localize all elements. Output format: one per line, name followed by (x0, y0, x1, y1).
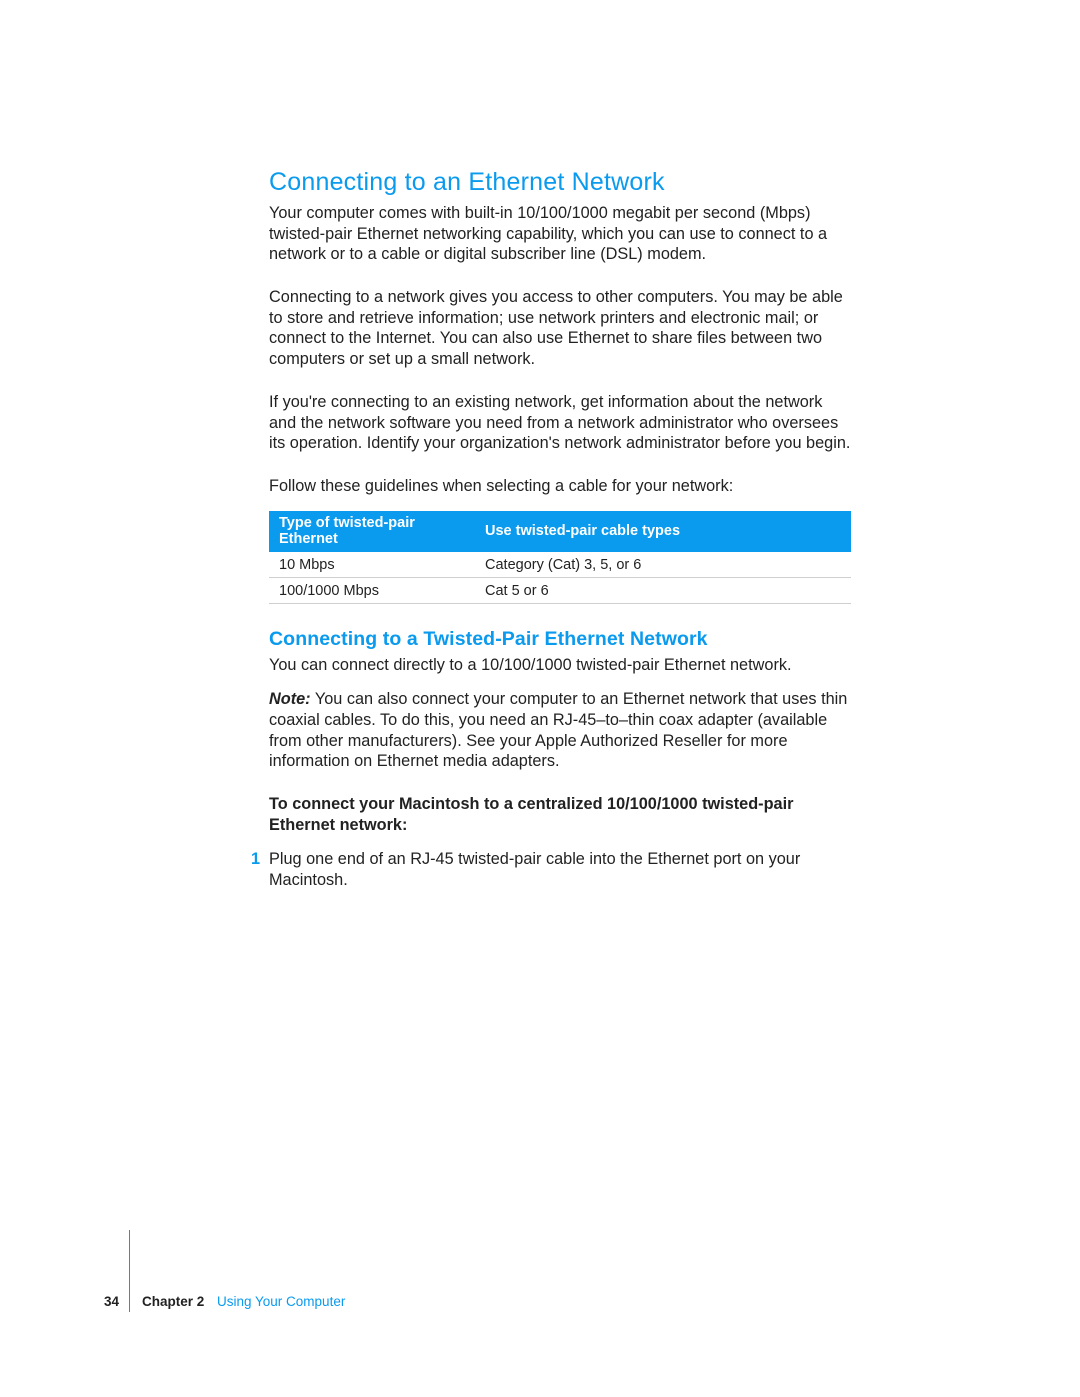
intro-paragraph-3: If you're connecting to an existing netw… (269, 392, 851, 454)
table-row: 10 Mbps Category (Cat) 3, 5, or 6 (269, 552, 851, 578)
table-cell: 100/1000 Mbps (269, 577, 475, 603)
procedure-step-1: 1 Plug one end of an RJ-45 twisted-pair … (269, 849, 851, 890)
note-body: You can also connect your computer to an… (269, 690, 847, 770)
table-header-cell: Type of twisted-pair Ethernet (269, 511, 475, 552)
intro-paragraph-2: Connecting to a network gives you access… (269, 287, 851, 370)
cable-table: Type of twisted-pair Ethernet Use twiste… (269, 511, 851, 604)
chapter-name: Using Your Computer (217, 1294, 345, 1309)
step-number: 1 (251, 849, 260, 870)
table-lead: Follow these guidelines when selecting a… (269, 476, 851, 497)
chapter-label: Chapter 2 (142, 1294, 204, 1309)
procedure-lead-text: To connect your Macintosh to a centraliz… (269, 795, 793, 834)
subsection-intro: You can connect directly to a 10/100/100… (269, 655, 851, 676)
subsection-heading: Connecting to a Twisted-Pair Ethernet Ne… (269, 628, 851, 651)
page-footer: 34 Chapter 2 Using Your Computer (107, 1294, 1080, 1318)
procedure-lead: To connect your Macintosh to a centraliz… (269, 794, 851, 835)
table-header-cell: Use twisted-pair cable types (475, 511, 851, 552)
intro-paragraph-1: Your computer comes with built-in 10/100… (269, 203, 851, 265)
table-cell: Cat 5 or 6 (475, 577, 851, 603)
document-page: Connecting to an Ethernet Network Your c… (0, 0, 1080, 1397)
note-label: Note: (269, 690, 311, 708)
table-cell: Category (Cat) 3, 5, or 6 (475, 552, 851, 578)
note-paragraph: Note: You can also connect your computer… (269, 689, 851, 772)
step-text: Plug one end of an RJ-45 twisted-pair ca… (269, 850, 800, 889)
footer-rule (129, 1230, 130, 1312)
page-number: 34 (104, 1294, 119, 1309)
table-header-row: Type of twisted-pair Ethernet Use twiste… (269, 511, 851, 552)
table-cell: 10 Mbps (269, 552, 475, 578)
table-row: 100/1000 Mbps Cat 5 or 6 (269, 577, 851, 603)
body-column: Connecting to an Ethernet Network Your c… (269, 168, 851, 891)
section-heading: Connecting to an Ethernet Network (269, 168, 851, 197)
